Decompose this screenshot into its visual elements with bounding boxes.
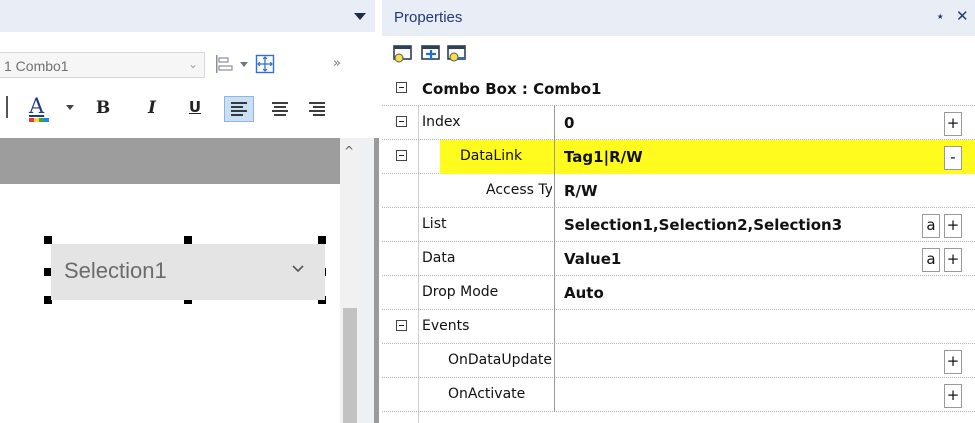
add-button[interactable]: +: [944, 214, 962, 238]
property-name: Index: [422, 114, 461, 130]
collapse-icon[interactable]: [396, 150, 407, 161]
designer-panel: 1 Combo1 ⌄ » A B I U Selection1 ^: [0, 0, 379, 423]
property-name: Drop Mode: [422, 284, 499, 300]
designer-toolbar-format: A B I U: [0, 92, 375, 126]
align-center-button[interactable]: [265, 96, 295, 122]
chevron-down-icon: [292, 265, 304, 273]
category-label: Combo Box : Combo1: [422, 80, 602, 98]
fit-to-size-icon[interactable]: [255, 54, 275, 74]
column-separator: [554, 208, 555, 242]
property-row-datalink[interactable]: DataLink Tag1|R/W -: [382, 140, 975, 174]
page-canvas[interactable]: [0, 184, 340, 423]
property-row-data[interactable]: Data Value1 a +: [382, 242, 975, 276]
object-selector-dropdown[interactable]: 1 Combo1 ⌄: [0, 52, 205, 78]
bold-button[interactable]: B: [92, 98, 114, 118]
align-left-button[interactable]: [224, 96, 254, 122]
splitter-line: [374, 138, 379, 423]
add-button[interactable]: +: [944, 248, 962, 272]
property-value[interactable]: Selection1,Selection2,Selection3: [564, 216, 842, 234]
property-row-list[interactable]: List Selection1,Selection2,Selection3 a …: [382, 208, 975, 242]
panel-splitter[interactable]: [360, 138, 379, 423]
scroll-up-icon[interactable]: ^: [344, 144, 354, 158]
add-button[interactable]: +: [944, 350, 962, 374]
column-separator: [554, 344, 555, 378]
property-value[interactable]: Auto: [564, 284, 604, 302]
edit-text-button[interactable]: a: [922, 214, 940, 238]
add-button[interactable]: +: [944, 384, 962, 408]
remove-button[interactable]: -: [944, 146, 962, 170]
font-color-swatch: [29, 118, 49, 122]
property-name: List: [422, 216, 447, 232]
italic-button[interactable]: I: [141, 98, 163, 118]
property-row-ondataupdate[interactable]: OnDataUpdate +: [382, 344, 975, 378]
toolbar-overflow-icon[interactable]: »: [333, 56, 341, 71]
align-right-icon: [309, 102, 325, 116]
align-right-button[interactable]: [302, 96, 332, 122]
property-value[interactable]: 0: [564, 114, 574, 132]
collapse-icon[interactable]: [396, 82, 407, 93]
edit-text-button[interactable]: a: [922, 248, 940, 272]
designer-top-strip: [0, 0, 375, 32]
column-separator: [554, 106, 555, 140]
property-row-drop-mode[interactable]: Drop Mode Auto: [382, 276, 975, 310]
property-row-index[interactable]: Index 0 +: [382, 106, 975, 140]
properties-view-icon[interactable]: [392, 44, 414, 64]
align-center-icon: [272, 102, 288, 116]
property-category-header[interactable]: Combo Box : Combo1: [382, 72, 975, 106]
resize-handle-top-left[interactable]: [44, 236, 52, 244]
scrollbar-thumb[interactable]: [343, 308, 357, 423]
underline-button[interactable]: U: [184, 98, 206, 116]
property-value[interactable]: Value1: [564, 250, 621, 268]
resize-handle-top[interactable]: [184, 236, 192, 244]
property-name: Data: [422, 250, 456, 266]
property-row-access-type[interactable]: Access Type R/W: [382, 174, 975, 208]
property-name: DataLink: [460, 148, 523, 164]
add-button[interactable]: +: [944, 112, 962, 136]
combo-box-widget[interactable]: Selection1: [51, 244, 325, 300]
property-name: OnActivate: [448, 386, 526, 402]
align-objects-icon[interactable]: [215, 54, 233, 74]
property-value[interactable]: R/W: [564, 182, 598, 200]
column-separator: [554, 242, 555, 276]
toolbar-edge: [6, 96, 8, 118]
combo-box-selected-text: Selection1: [64, 258, 167, 283]
column-separator: [554, 174, 555, 208]
properties-title-bar: Properties ⭑ ✕: [382, 0, 975, 36]
pin-icon[interactable]: ⭑: [937, 9, 943, 24]
column-separator: [554, 378, 555, 412]
object-selector-value: 1 Combo1: [4, 58, 69, 74]
property-name: OnDataUpdate: [448, 352, 552, 368]
panel-title: Properties: [394, 9, 463, 26]
designer-toolbar-top: 1 Combo1 ⌄ »: [0, 52, 375, 82]
align-dropdown-icon[interactable]: [240, 62, 248, 67]
align-left-icon: [231, 102, 247, 116]
resize-handle-top-right[interactable]: [318, 236, 326, 244]
font-color-dropdown-icon[interactable]: [66, 105, 74, 110]
properties-toolbar: [382, 36, 975, 72]
property-name: Events: [422, 318, 470, 334]
close-icon[interactable]: ✕: [956, 7, 969, 25]
property-value[interactable]: Tag1|R/W: [564, 148, 643, 166]
collapse-icon[interactable]: [396, 320, 407, 331]
properties-panel: Properties ⭑ ✕ Combo Box : Combo1 Index …: [382, 0, 975, 423]
vertical-scrollbar[interactable]: ^: [340, 138, 360, 423]
column-separator: [554, 140, 555, 174]
events-view-icon[interactable]: [420, 44, 442, 64]
property-name: Access Type: [486, 182, 552, 198]
advanced-view-icon[interactable]: [446, 44, 468, 64]
column-separator: [554, 276, 555, 310]
dropdown-arrow-icon[interactable]: [354, 13, 366, 20]
property-row-onactivate[interactable]: OnActivate +: [382, 378, 975, 412]
column-separator: [554, 310, 555, 344]
chevron-down-icon: ⌄: [187, 57, 198, 71]
collapse-icon[interactable]: [396, 116, 407, 127]
property-grid: Combo Box : Combo1 Index 0 + DataLink Ta…: [382, 72, 975, 423]
font-color-icon: A: [29, 94, 45, 118]
property-category-events[interactable]: Events: [382, 310, 975, 344]
font-color-button[interactable]: A: [29, 94, 61, 122]
page-canvas-header: [0, 138, 375, 184]
